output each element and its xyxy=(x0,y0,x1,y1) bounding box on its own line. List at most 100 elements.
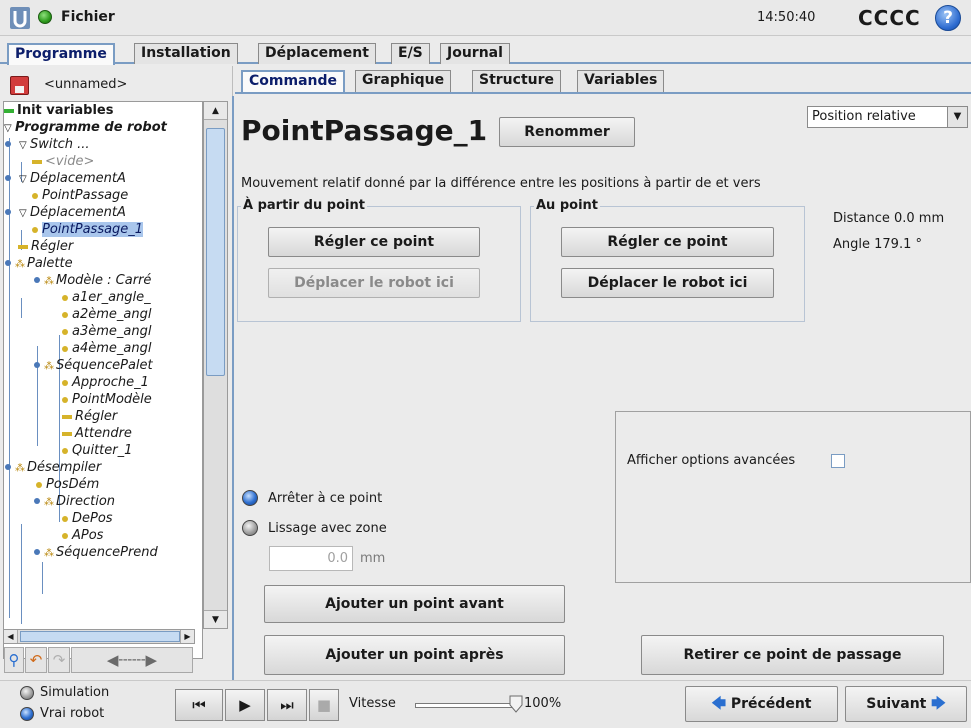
tab-journal[interactable]: Journal xyxy=(440,43,510,64)
tree-horizontal-scrollbar[interactable]: ◀ ▶ xyxy=(3,629,195,644)
tree-node-from-pos[interactable]: DePos xyxy=(62,510,113,527)
tree-node-corner-1[interactable]: a1er_angle_ xyxy=(62,289,151,306)
blend-unit: mm xyxy=(360,551,386,566)
undo-icon[interactable]: ↶ xyxy=(25,647,47,673)
to-set-point-button[interactable]: Régler ce point xyxy=(561,227,774,257)
distance-readout: Distance 0.0 mm xyxy=(833,211,945,226)
set-icon xyxy=(62,414,72,419)
next-button[interactable]: Suivant 🡆 xyxy=(845,686,967,722)
add-point-before-button[interactable]: Ajouter un point avant xyxy=(264,585,565,623)
program-name: <unnamed> xyxy=(44,77,128,92)
tab-es[interactable]: E/S xyxy=(391,43,430,64)
tab-variables[interactable]: Variables xyxy=(577,70,665,92)
remove-waypoint-button[interactable]: Retirer ce point de passage xyxy=(641,635,944,675)
waypoint-icon xyxy=(62,328,68,335)
from-point-legend: À partir du point xyxy=(241,198,367,213)
stop-icon[interactable]: ■ xyxy=(309,689,339,721)
scroll-thumb[interactable] xyxy=(206,128,225,376)
tree-node-pallet[interactable]: ⁂ Palette xyxy=(5,255,73,272)
tree-node-init-variables[interactable]: Init variables xyxy=(4,102,114,119)
tree-node-approach[interactable]: Approche_1 xyxy=(62,374,149,391)
tab-deplacement[interactable]: Déplacement xyxy=(258,43,376,64)
tree-node-pick-sequence[interactable]: ⁂ SéquencePrend xyxy=(18,544,158,561)
program-tree[interactable]: Init variables ▽ Programme de robot ▽ Swit… xyxy=(3,101,203,659)
tree-node-empty[interactable]: <vide> xyxy=(32,153,94,170)
tree-node-exit[interactable]: Quitter_1 xyxy=(62,442,132,459)
tree-vertical-scrollbar[interactable]: ▲ ▼ xyxy=(203,101,228,629)
collapse-triangle-icon[interactable]: ▽ xyxy=(19,205,30,222)
collapse-triangle-icon[interactable]: ▽ xyxy=(4,120,15,137)
tree-node-corner-4[interactable]: a4ème_angl xyxy=(62,340,151,357)
scroll-right-icon[interactable]: ▶ xyxy=(180,630,194,643)
tree-node-pallet-sequence[interactable]: ⁂ SéquencePalet xyxy=(18,357,153,374)
collapse-triangle-icon[interactable]: ▽ xyxy=(19,171,30,188)
blend-radius-input[interactable]: 0.0 xyxy=(269,546,353,571)
speed-label: Vitesse xyxy=(349,696,396,711)
tree-node-destack[interactable]: ⁂ Désempiler xyxy=(5,459,101,476)
redo-icon[interactable]: ↷ xyxy=(48,647,70,673)
set-icon xyxy=(18,244,28,249)
scroll-up-icon[interactable]: ▲ xyxy=(204,102,227,120)
blend-radio[interactable] xyxy=(242,520,258,536)
tree-node-start-pos[interactable]: PosDém xyxy=(36,476,99,493)
scroll-down-icon[interactable]: ▼ xyxy=(204,610,227,628)
tree-node-switch[interactable]: ▽ Switch ... xyxy=(5,136,90,153)
tree-node-waypoint[interactable]: PointPassage xyxy=(32,187,128,204)
tree-node-pattern[interactable]: ⁂ Modèle : Carré xyxy=(18,272,151,289)
from-move-robot-button[interactable]: Déplacer le robot ici xyxy=(268,268,480,298)
program-tree-panel: <unnamed> Init variables ▽ Programme de r… xyxy=(0,66,233,680)
step-icon[interactable]: ⏭ xyxy=(267,689,307,721)
tree-node-direction[interactable]: ⁂ Direction xyxy=(18,493,115,510)
waypoint-icon xyxy=(62,294,68,301)
scroll-left-icon[interactable]: ◀ xyxy=(4,630,18,643)
pallet-icon: ⁂ xyxy=(44,497,54,508)
tree-node-corner-3[interactable]: a3ème_angl xyxy=(62,323,151,340)
simulation-radio[interactable] xyxy=(20,686,34,700)
tree-node-wait[interactable]: Attendre xyxy=(62,425,132,442)
from-set-point-button[interactable]: Régler ce point xyxy=(268,227,480,257)
tree-node-pattern-point[interactable]: PointModèle xyxy=(62,391,152,408)
tree-node-to-pos[interactable]: APos xyxy=(62,527,103,544)
mode-description: Mouvement relatif donné par la différenc… xyxy=(241,176,761,191)
position-mode-value: Position relative xyxy=(812,109,916,124)
pallet-icon: ⁂ xyxy=(15,463,25,474)
save-icon[interactable] xyxy=(10,76,29,95)
tree-node-set-2[interactable]: Régler xyxy=(62,408,117,425)
play-icon[interactable]: ▶ xyxy=(225,689,265,721)
tree-node-movea-1[interactable]: ▽ DéplacementA xyxy=(5,170,126,187)
previous-button[interactable]: 🡄 Précédent xyxy=(685,686,838,722)
chevron-down-icon[interactable]: ▼ xyxy=(947,107,967,127)
tab-graphique[interactable]: Graphique xyxy=(355,70,452,92)
position-mode-select[interactable]: Position relative ▼ xyxy=(807,106,968,128)
real-robot-label: Vrai robot xyxy=(40,706,105,721)
tree-node-movea-2[interactable]: ▽ DéplacementA xyxy=(5,204,126,221)
add-point-after-button[interactable]: Ajouter un point après xyxy=(264,635,565,675)
empty-node-icon xyxy=(32,159,42,164)
speed-slider[interactable] xyxy=(415,703,515,708)
collapse-triangle-icon[interactable]: ▽ xyxy=(19,137,30,154)
stop-at-point-radio[interactable] xyxy=(242,490,258,506)
search-icon[interactable]: ⚲ xyxy=(4,647,24,673)
tab-structure[interactable]: Structure xyxy=(472,70,562,92)
tab-commande[interactable]: Commande xyxy=(241,70,345,92)
tab-programme[interactable]: Programme xyxy=(7,43,115,65)
rewind-icon[interactable]: ⏮ xyxy=(175,689,223,721)
tree-node-robot-program[interactable]: ▽ Programme de robot xyxy=(4,119,167,136)
move-node-arrows-icon[interactable]: ◀╌╌╌▶ xyxy=(71,647,193,673)
assignment-icon xyxy=(4,108,14,113)
pallet-icon: ⁂ xyxy=(44,361,54,372)
speed-slider-handle-icon[interactable] xyxy=(509,695,523,713)
tree-node-corner-2[interactable]: a2ème_angl xyxy=(62,306,151,323)
rename-button[interactable]: Renommer xyxy=(499,117,635,147)
tab-installation[interactable]: Installation xyxy=(134,43,238,64)
advanced-options-checkbox[interactable] xyxy=(831,454,845,468)
file-menu[interactable]: Fichier xyxy=(61,9,115,25)
waypoint-icon xyxy=(62,447,68,454)
scroll-thumb[interactable] xyxy=(20,631,180,642)
to-move-robot-button[interactable]: Déplacer le robot ici xyxy=(561,268,774,298)
main-tab-bar: Programme Installation Déplacement E/S J… xyxy=(0,37,971,65)
tree-node-set[interactable]: Régler xyxy=(18,238,73,255)
help-icon[interactable]: ? xyxy=(935,5,961,31)
tree-node-waypoint-1-selected[interactable]: PointPassage_1 xyxy=(32,221,144,238)
real-robot-radio[interactable] xyxy=(20,707,34,721)
